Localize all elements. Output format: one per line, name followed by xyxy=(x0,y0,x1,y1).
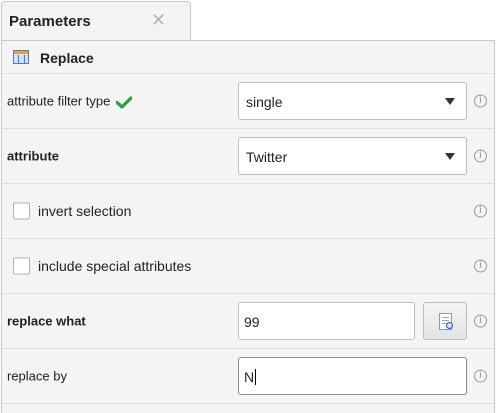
attribute-select[interactable]: Twitter xyxy=(238,137,467,175)
close-icon[interactable]: ✕ xyxy=(151,11,166,29)
parameters-panel: Replace attribute filter type single i a… xyxy=(1,40,495,413)
chevron-down-icon xyxy=(445,98,455,105)
replace-operator-icon xyxy=(13,50,29,64)
tab-title: Parameters xyxy=(9,13,91,30)
info-icon[interactable]: i xyxy=(474,94,487,108)
info-icon[interactable]: i xyxy=(474,369,487,383)
select-value: single xyxy=(246,94,283,110)
param-row-attribute-filter-type: attribute filter type single i xyxy=(2,74,494,129)
invert-selection-label[interactable]: invert selection xyxy=(38,203,131,219)
param-row-invert-selection: invert selection i xyxy=(2,184,494,239)
check-icon xyxy=(116,96,133,109)
replace-what-input[interactable]: 99 xyxy=(238,302,415,340)
info-icon[interactable]: i xyxy=(474,314,487,328)
param-label: attribute filter type xyxy=(7,93,133,109)
input-text: N xyxy=(244,369,255,385)
info-icon[interactable]: i xyxy=(474,259,487,273)
param-row-replace-by: replace by N i xyxy=(2,349,494,404)
tab-parameters[interactable]: Parameters ✕ xyxy=(1,1,191,41)
info-icon[interactable]: i xyxy=(474,204,487,218)
regex-editor-button[interactable] xyxy=(423,302,467,340)
select-value: Twitter xyxy=(246,149,288,165)
param-row-include-special-attributes: include special attributes i xyxy=(2,239,494,294)
param-row-replace-what: replace what 99 i xyxy=(2,294,494,349)
replace-by-label: replace by xyxy=(7,368,67,384)
tab-bar: Parameters ✕ xyxy=(0,0,497,41)
attribute-filter-type-select[interactable]: single xyxy=(238,82,467,120)
operator-header: Replace xyxy=(2,41,494,74)
replace-what-label: replace what xyxy=(7,313,86,329)
attribute-label: attribute xyxy=(7,148,59,164)
replace-by-input[interactable]: N xyxy=(238,357,467,395)
regex-search-icon xyxy=(439,313,453,330)
chevron-down-icon xyxy=(445,153,455,160)
attribute-filter-type-label: attribute filter type xyxy=(7,93,111,109)
param-row-attribute: attribute Twitter i xyxy=(2,129,494,184)
include-special-attributes-checkbox[interactable] xyxy=(13,257,30,275)
input-value: N xyxy=(244,369,257,385)
operator-name: Replace xyxy=(40,50,94,66)
text-cursor xyxy=(255,369,257,385)
include-special-attributes-label[interactable]: include special attributes xyxy=(38,258,191,274)
info-icon[interactable]: i xyxy=(474,149,487,163)
input-value: 99 xyxy=(244,314,260,330)
invert-selection-checkbox[interactable] xyxy=(13,202,30,220)
